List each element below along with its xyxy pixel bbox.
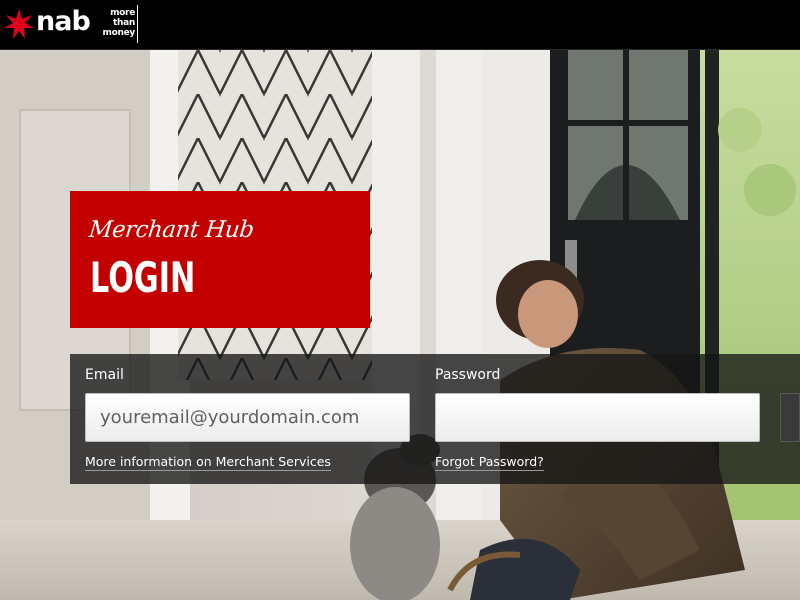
merchant-hub-title-card: Merchant Hub LOGIN [70, 191, 370, 328]
tagline-line-3: money [102, 28, 136, 38]
nab-logo-text[interactable]: nab [36, 5, 91, 39]
login-form-panel: Email Password More information on Merch… [70, 354, 800, 484]
nab-star-icon[interactable] [3, 8, 35, 40]
merchant-hub-subtitle: Merchant Hub [87, 217, 255, 243]
merchant-services-info-link[interactable]: More information on Merchant Services [85, 454, 331, 471]
brand-tagline: more than money [97, 8, 136, 38]
login-submit-button[interactable] [780, 393, 800, 442]
password-field[interactable] [435, 393, 760, 442]
tagline-line-2: than [113, 18, 135, 28]
tagline-divider [137, 5, 138, 43]
tagline-line-1: more [110, 8, 135, 18]
top-header: nab more than money [0, 0, 800, 50]
email-label: Email [85, 367, 124, 383]
forgot-password-link[interactable]: Forgot Password? [435, 454, 544, 471]
login-heading: LOGIN [90, 253, 196, 302]
password-label: Password [435, 367, 501, 383]
email-field[interactable] [85, 393, 410, 442]
